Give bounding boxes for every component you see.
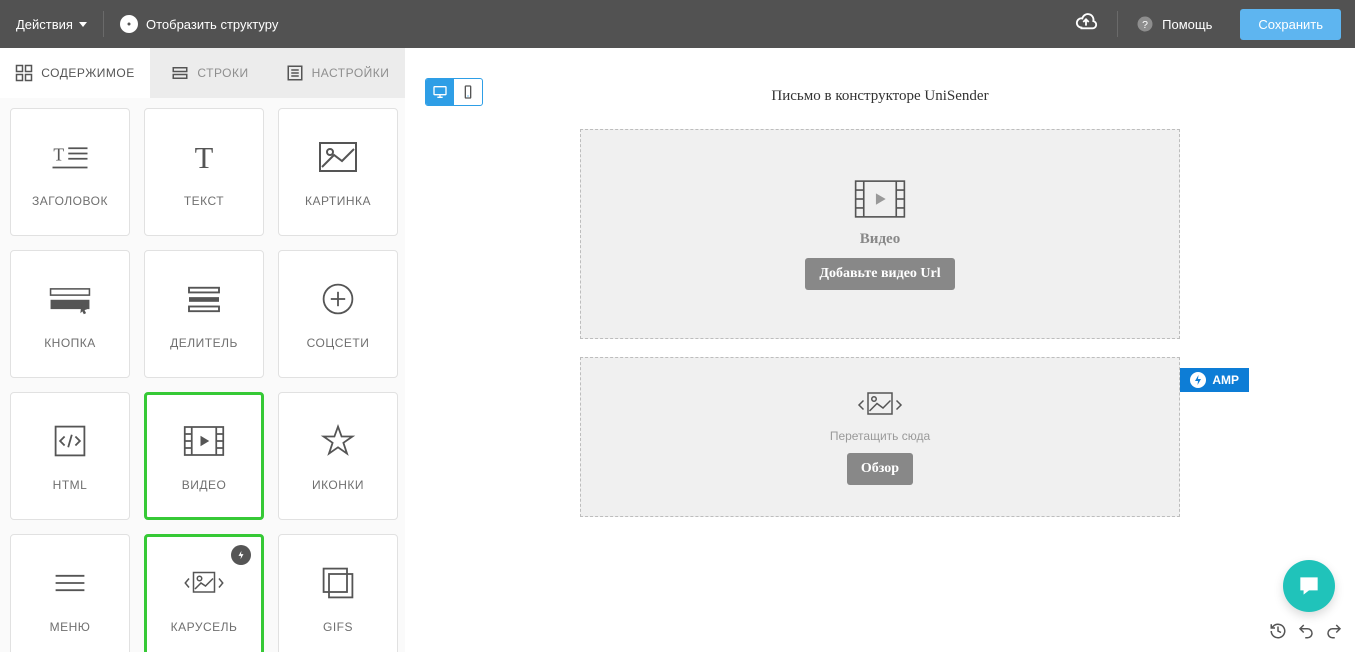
tile-social[interactable]: СОЦСЕТИ: [278, 250, 398, 378]
carousel-drag-label: Перетащить сюда: [830, 429, 930, 443]
tile-image[interactable]: КАРТИНКА: [278, 108, 398, 236]
tile-video[interactable]: ВИДЕО: [144, 392, 264, 520]
image-icon: [317, 136, 359, 178]
rows-tab-icon: [171, 64, 189, 82]
bolt-icon: [1190, 372, 1206, 388]
chat-icon: [1296, 573, 1322, 599]
actions-label: Действия: [16, 17, 73, 32]
cloud-icon: [1073, 11, 1099, 33]
tile-label: ТЕКСТ: [184, 194, 224, 208]
svg-text:T: T: [53, 145, 64, 165]
carousel-icon: [183, 562, 225, 604]
tile-label: ИКОНКИ: [312, 478, 364, 492]
tile-html[interactable]: HTML: [10, 392, 130, 520]
tile-label: КНОПКА: [44, 336, 96, 350]
redo-button[interactable]: [1323, 620, 1345, 642]
amp-badge: AMP: [1180, 368, 1249, 392]
question-icon: ?: [1136, 15, 1154, 33]
tile-divider[interactable]: ДЕЛИТЕЛЬ: [144, 250, 264, 378]
carousel-placeholder-icon: [856, 389, 904, 421]
show-structure-toggle[interactable]: Отобразить структуру: [104, 0, 294, 48]
tile-menu[interactable]: МЕНЮ: [10, 534, 130, 652]
chevron-down-icon: [79, 22, 87, 27]
video-placeholder-icon: [854, 179, 906, 219]
carousel-block[interactable]: AMP Перетащить сюда Обзор: [580, 357, 1180, 517]
svg-text:T: T: [195, 141, 214, 175]
tile-heading[interactable]: T ЗАГОЛОВОК: [10, 108, 130, 236]
tile-label: КАРУСЕЛЬ: [171, 620, 238, 634]
help-label: Помощь: [1162, 17, 1212, 32]
heading-icon: T: [49, 136, 91, 178]
video-icon: [183, 420, 225, 462]
amp-label: AMP: [1212, 373, 1239, 387]
history-controls: [1267, 620, 1345, 642]
video-block[interactable]: Видео Добавьте видео Url: [580, 129, 1180, 339]
desktop-icon: [432, 84, 448, 100]
device-toggle: [425, 78, 483, 106]
tile-label: ВИДЕО: [182, 478, 227, 492]
content-tiles-grid: T ЗАГОЛОВОК T ТЕКСТ КАРТИНКА КНОПКА ДЕЛИТЕЛЬ СО…: [0, 98, 405, 652]
redo-icon: [1325, 622, 1343, 640]
video-block-title: Видео: [860, 231, 900, 248]
canvas-area: Письмо в конструкторе UniSender Видео До…: [405, 48, 1355, 652]
undo-button[interactable]: [1295, 620, 1317, 642]
tile-gifs[interactable]: GIFS: [278, 534, 398, 652]
eye-icon: [120, 15, 138, 33]
undo-icon: [1297, 622, 1315, 640]
tile-label: ЗАГОЛОВОК: [32, 194, 108, 208]
divider-icon: [183, 278, 225, 320]
show-structure-label: Отобразить структуру: [146, 17, 278, 32]
history-icon: [1269, 622, 1287, 640]
gifs-icon: [317, 562, 359, 604]
history-button[interactable]: [1267, 620, 1289, 642]
amp-badge-icon: [231, 545, 251, 565]
tab-rows[interactable]: СТРОКИ: [150, 48, 270, 98]
svg-text:?: ?: [1142, 19, 1148, 31]
mobile-icon: [460, 84, 476, 100]
sidebar: СОДЕРЖИМОЕ СТРОКИ НАСТРОЙКИ T ЗАГОЛОВОК T Т…: [0, 48, 405, 652]
button-icon: [49, 278, 91, 320]
tab-settings[interactable]: НАСТРОЙКИ: [270, 48, 405, 98]
chat-fab[interactable]: [1283, 560, 1335, 612]
tab-settings-label: НАСТРОЙКИ: [312, 66, 390, 80]
menu-icon: [49, 562, 91, 604]
tile-button[interactable]: КНОПКА: [10, 250, 130, 378]
browse-button[interactable]: Обзор: [847, 453, 913, 485]
mobile-view-button[interactable]: [454, 79, 482, 105]
tile-label: ДЕЛИТЕЛЬ: [170, 336, 238, 350]
star-icon: [317, 420, 359, 462]
tile-star[interactable]: ИКОНКИ: [278, 392, 398, 520]
help-button[interactable]: ? Помощь: [1118, 15, 1230, 33]
page-title: Письмо в конструкторе UniSender: [405, 88, 1355, 105]
actions-dropdown[interactable]: Действия: [0, 0, 103, 48]
cloud-status-button[interactable]: [1055, 11, 1117, 38]
canvas-blocks: Видео Добавьте видео Url AMP Перетащить …: [580, 129, 1180, 517]
desktop-view-button[interactable]: [426, 79, 454, 105]
tab-rows-label: СТРОКИ: [197, 66, 248, 80]
content-tab-icon: [15, 64, 33, 82]
save-button[interactable]: Сохранить: [1240, 9, 1341, 40]
tab-content[interactable]: СОДЕРЖИМОЕ: [0, 48, 150, 98]
tile-label: МЕНЮ: [50, 620, 91, 634]
tab-content-label: СОДЕРЖИМОЕ: [41, 66, 135, 80]
tile-carousel[interactable]: КАРУСЕЛЬ: [144, 534, 264, 652]
settings-tab-icon: [286, 64, 304, 82]
top-bar: Действия Отобразить структуру ? Помощь С…: [0, 0, 1355, 48]
text-icon: T: [183, 136, 225, 178]
social-icon: [317, 278, 359, 320]
tile-text[interactable]: T ТЕКСТ: [144, 108, 264, 236]
html-icon: [49, 420, 91, 462]
tile-label: HTML: [53, 478, 88, 492]
add-video-url-button[interactable]: Добавьте видео Url: [805, 258, 954, 290]
tile-label: GIFS: [323, 620, 353, 634]
tile-label: КАРТИНКА: [305, 194, 371, 208]
tile-label: СОЦСЕТИ: [307, 336, 370, 350]
sidebar-tabs: СОДЕРЖИМОЕ СТРОКИ НАСТРОЙКИ: [0, 48, 405, 98]
